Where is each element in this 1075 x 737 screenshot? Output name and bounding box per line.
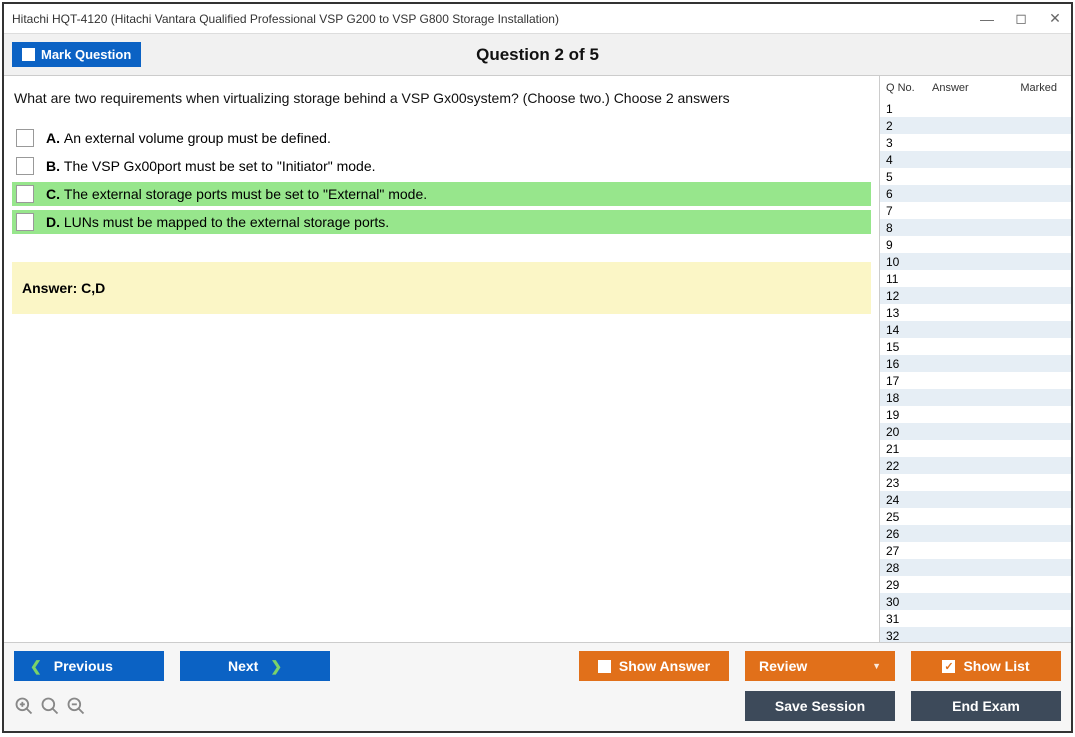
save-session-button[interactable]: Save Session — [745, 691, 895, 721]
option-label: B. The VSP Gx00port must be set to "Init… — [46, 158, 376, 174]
option-row[interactable]: D. LUNs must be mapped to the external s… — [12, 210, 871, 234]
button-row-1: ❮ Previous Next ❯ Show Answer Review ▼ ✓… — [14, 651, 1061, 681]
question-list-row[interactable]: 19 — [880, 406, 1071, 423]
chevron-right-icon: ❯ — [270, 658, 282, 675]
question-list-row[interactable]: 32 — [880, 627, 1071, 642]
save-session-label: Save Session — [775, 698, 865, 714]
question-list-body[interactable]: 1234567891011121314151617181920212223242… — [880, 100, 1071, 642]
header-qno: Q No. — [882, 82, 926, 94]
question-list-row[interactable]: 4 — [880, 151, 1071, 168]
window-title: Hitachi HQT-4120 (Hitachi Vantara Qualif… — [12, 12, 979, 26]
question-list-row[interactable]: 22 — [880, 457, 1071, 474]
question-list-row[interactable]: 16 — [880, 355, 1071, 372]
question-list-row[interactable]: 3 — [880, 134, 1071, 151]
question-list-row[interactable]: 10 — [880, 253, 1071, 270]
option-label: C. The external storage ports must be se… — [46, 186, 427, 202]
question-text: What are two requirements when virtualiz… — [14, 90, 871, 106]
question-list-row[interactable]: 30 — [880, 593, 1071, 610]
question-list-row[interactable]: 17 — [880, 372, 1071, 389]
question-list-row[interactable]: 1 — [880, 100, 1071, 117]
zoom-reset-icon[interactable] — [40, 696, 60, 716]
show-list-checkbox-icon: ✓ — [942, 660, 955, 673]
question-list-row[interactable]: 18 — [880, 389, 1071, 406]
review-button[interactable]: Review ▼ — [745, 651, 895, 681]
question-list-row[interactable]: 14 — [880, 321, 1071, 338]
minimize-icon[interactable]: — — [979, 11, 995, 27]
options-list: A. An external volume group must be defi… — [12, 126, 871, 234]
question-list-row[interactable]: 13 — [880, 304, 1071, 321]
next-button[interactable]: Next ❯ — [180, 651, 330, 681]
question-list-row[interactable]: 21 — [880, 440, 1071, 457]
answer-label: Answer: C,D — [22, 280, 105, 296]
question-list-row[interactable]: 25 — [880, 508, 1071, 525]
question-list-row[interactable]: 12 — [880, 287, 1071, 304]
option-checkbox[interactable] — [16, 157, 34, 175]
titlebar: Hitachi HQT-4120 (Hitachi Vantara Qualif… — [4, 4, 1071, 34]
next-label: Next — [228, 658, 258, 674]
show-answer-checkbox-icon — [598, 660, 611, 673]
question-list-row[interactable]: 28 — [880, 559, 1071, 576]
end-exam-label: End Exam — [952, 698, 1020, 714]
app-window: Hitachi HQT-4120 (Hitachi Vantara Qualif… — [2, 2, 1073, 733]
option-checkbox[interactable] — [16, 185, 34, 203]
question-list-row[interactable]: 9 — [880, 236, 1071, 253]
question-list-row[interactable]: 23 — [880, 474, 1071, 491]
mark-question-button[interactable]: Mark Question — [12, 42, 141, 67]
question-list-row[interactable]: 5 — [880, 168, 1071, 185]
show-answer-button[interactable]: Show Answer — [579, 651, 729, 681]
question-list-row[interactable]: 2 — [880, 117, 1071, 134]
show-answer-label: Show Answer — [619, 658, 710, 674]
show-list-button[interactable]: ✓ Show List — [911, 651, 1061, 681]
dropdown-arrow-icon: ▼ — [872, 661, 881, 671]
content-area: What are two requirements when virtualiz… — [4, 76, 1071, 642]
header-marked: Marked — [1009, 82, 1065, 94]
window-controls: — ◻ ✕ — [979, 10, 1063, 27]
option-row[interactable]: B. The VSP Gx00port must be set to "Init… — [12, 154, 871, 178]
close-icon[interactable]: ✕ — [1047, 10, 1063, 27]
question-list-row[interactable]: 24 — [880, 491, 1071, 508]
bottom-toolbar: ❮ Previous Next ❯ Show Answer Review ▼ ✓… — [4, 642, 1071, 731]
zoom-controls — [14, 696, 86, 716]
zoom-in-icon[interactable] — [14, 696, 34, 716]
chevron-left-icon: ❮ — [30, 658, 42, 675]
zoom-out-icon[interactable] — [66, 696, 86, 716]
option-checkbox[interactable] — [16, 213, 34, 231]
review-label: Review — [759, 658, 807, 674]
maximize-icon[interactable]: ◻ — [1013, 10, 1029, 27]
question-panel: What are two requirements when virtualiz… — [4, 76, 879, 642]
question-list-row[interactable]: 7 — [880, 202, 1071, 219]
question-list-row[interactable]: 26 — [880, 525, 1071, 542]
question-list-header: Q No. Answer Marked — [880, 76, 1071, 100]
question-list-row[interactable]: 27 — [880, 542, 1071, 559]
question-list-row[interactable]: 29 — [880, 576, 1071, 593]
button-row-2: Save Session End Exam — [14, 691, 1061, 721]
option-row[interactable]: A. An external volume group must be defi… — [12, 126, 871, 150]
question-list-row[interactable]: 6 — [880, 185, 1071, 202]
question-counter: Question 2 of 5 — [476, 45, 599, 65]
previous-button[interactable]: ❮ Previous — [14, 651, 164, 681]
question-list-row[interactable]: 11 — [880, 270, 1071, 287]
question-list-row[interactable]: 15 — [880, 338, 1071, 355]
option-label: A. An external volume group must be defi… — [46, 130, 331, 146]
option-checkbox[interactable] — [16, 129, 34, 147]
question-list-row[interactable]: 31 — [880, 610, 1071, 627]
question-list-row[interactable]: 20 — [880, 423, 1071, 440]
question-list-row[interactable]: 8 — [880, 219, 1071, 236]
show-list-label: Show List — [963, 658, 1029, 674]
mark-question-label: Mark Question — [41, 47, 131, 62]
question-list-panel: Q No. Answer Marked 12345678910111213141… — [879, 76, 1071, 642]
option-label: D. LUNs must be mapped to the external s… — [46, 214, 389, 230]
previous-label: Previous — [54, 658, 113, 674]
mark-checkbox-icon — [22, 48, 35, 61]
option-row[interactable]: C. The external storage ports must be se… — [12, 182, 871, 206]
answer-box: Answer: C,D — [12, 262, 871, 314]
question-toolbar: Mark Question Question 2 of 5 — [4, 34, 1071, 76]
end-exam-button[interactable]: End Exam — [911, 691, 1061, 721]
header-answer: Answer — [926, 82, 1009, 94]
